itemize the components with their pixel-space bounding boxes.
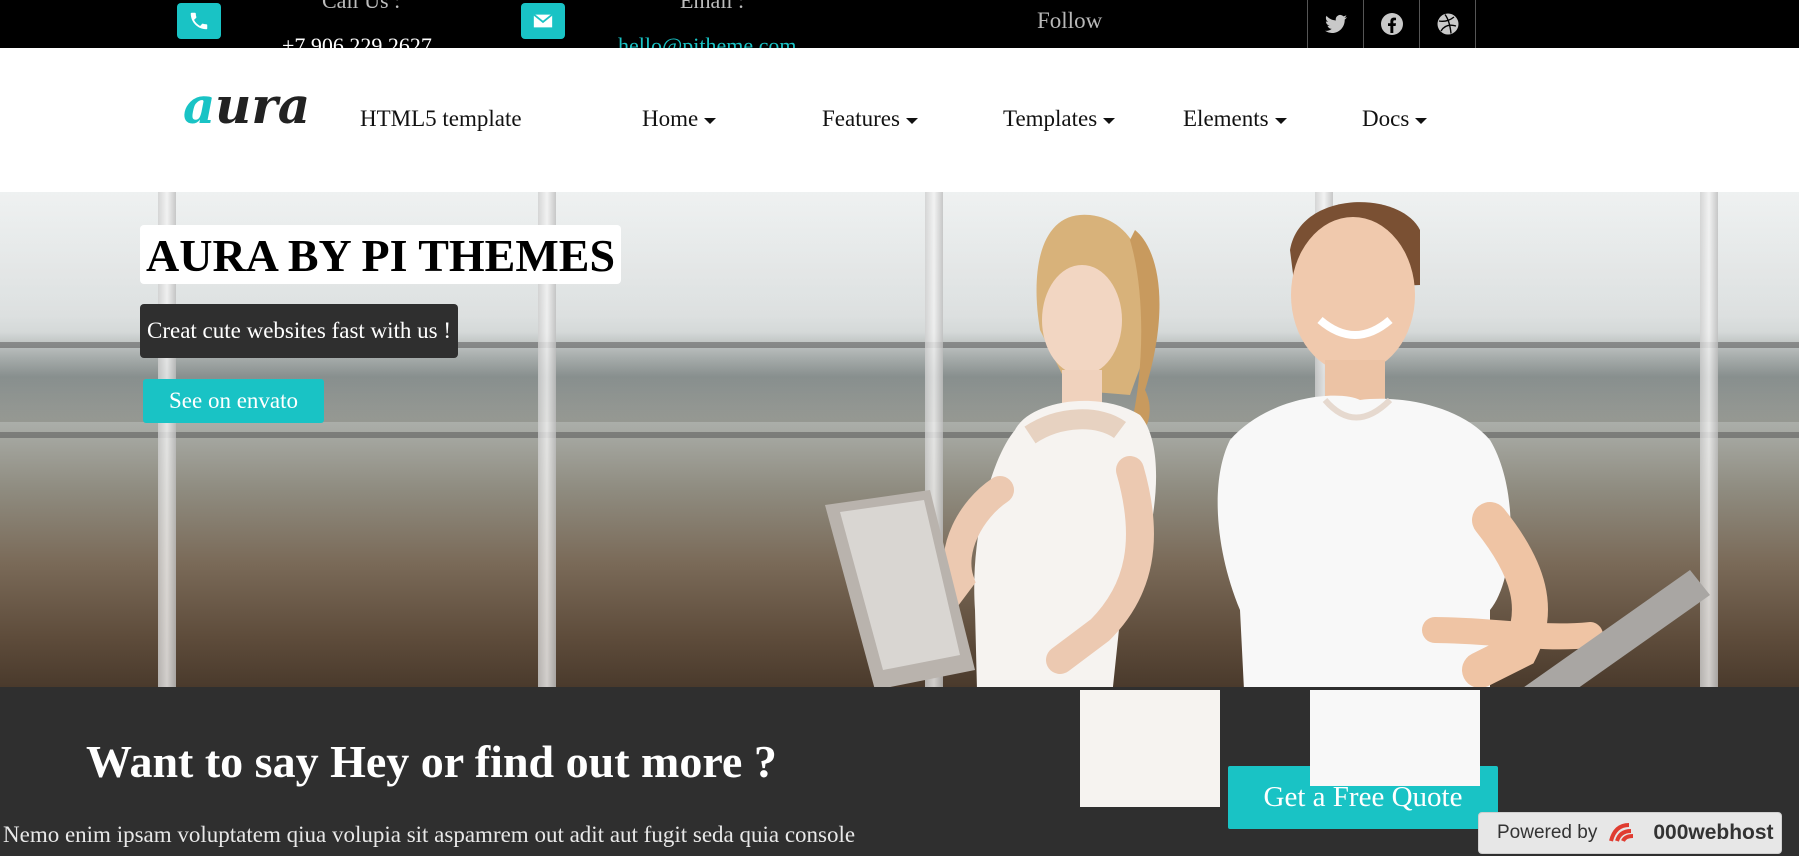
caret-down-icon	[1274, 118, 1287, 124]
email-label: Email :	[680, 0, 745, 13]
email-link[interactable]: hello@pitheme.com	[618, 33, 797, 48]
nav-docs[interactable]: Docs	[1362, 106, 1428, 132]
follow-label: Follow	[1037, 8, 1103, 33]
svg-text:ura: ura	[215, 83, 310, 133]
nav-features-label: Features	[822, 106, 900, 131]
nav-home-label: Home	[642, 106, 699, 131]
powered-by-brand: 000webhost	[1653, 821, 1774, 844]
powered-by-badge[interactable]: Powered by 000webhost	[1478, 812, 1782, 854]
phone-icon[interactable]	[177, 3, 221, 39]
nav-docs-label: Docs	[1362, 106, 1410, 131]
call-label: Call Us :	[322, 0, 401, 13]
facebook-icon[interactable]	[1363, 0, 1419, 48]
hero-title: AURA BY PI THEMES	[140, 225, 622, 284]
dribbble-icon[interactable]	[1419, 0, 1476, 48]
caret-down-icon	[905, 118, 918, 124]
nav-elements-label: Elements	[1183, 106, 1269, 131]
nav-home[interactable]: Home	[642, 106, 717, 132]
phone-number[interactable]: +7 906 229 2627	[282, 33, 432, 48]
top-bar: Call Us : +7 906 229 2627 Email : hello@…	[0, 0, 1799, 48]
cta-title: Want to say Hey or find out more ?	[86, 736, 777, 787]
caret-down-icon	[1103, 118, 1116, 124]
hero-subtitle: Creat cute websites fast with us !	[140, 304, 459, 358]
powered-by-label: Powered by	[1497, 822, 1598, 843]
nav-templates[interactable]: Templates	[1003, 106, 1116, 132]
nav-features[interactable]: Features	[822, 106, 918, 132]
caret-down-icon	[704, 118, 717, 124]
envelope-icon[interactable]	[521, 3, 565, 39]
people-overlay	[1080, 690, 1480, 807]
nav-elements[interactable]: Elements	[1183, 106, 1287, 132]
cta-text: Nemo enim ipsam voluptatem qiua volupia …	[3, 822, 856, 847]
tagline: HTML5 template	[360, 106, 522, 131]
aura-logo[interactable]: a ura	[183, 76, 329, 138]
nav-templates-label: Templates	[1003, 106, 1098, 131]
twitter-icon[interactable]	[1307, 0, 1363, 48]
navbar: a ura HTML5 template Home Features Templ…	[0, 48, 1799, 192]
svg-text:a: a	[183, 83, 215, 133]
caret-down-icon	[1415, 118, 1428, 124]
webhost-logo-icon	[1609, 823, 1634, 842]
see-on-envato-button[interactable]: See on envato	[143, 379, 324, 423]
